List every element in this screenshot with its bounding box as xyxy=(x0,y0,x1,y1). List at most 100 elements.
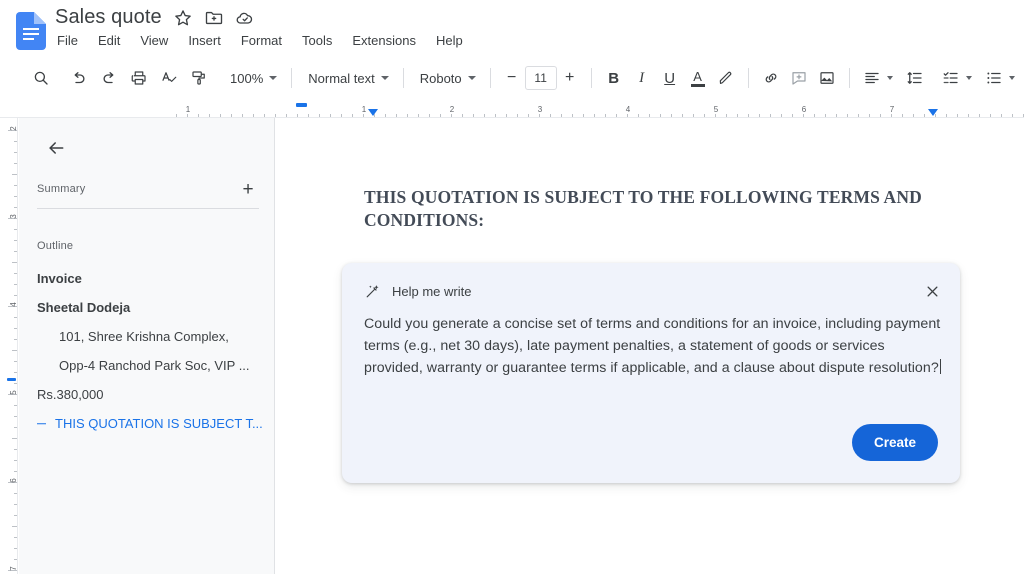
ruler-tick xyxy=(13,493,17,494)
close-icon[interactable] xyxy=(918,277,946,305)
font-family-select[interactable]: Roboto xyxy=(412,64,482,92)
create-button[interactable]: Create xyxy=(851,424,938,461)
text-color-swatch xyxy=(690,83,705,87)
toolbar-divider xyxy=(848,68,850,88)
ruler-tick xyxy=(13,152,17,153)
title-bar: Sales quote File Edit View Insert Format… xyxy=(0,0,1024,58)
spellcheck-icon[interactable] xyxy=(154,63,184,93)
ruler-tick xyxy=(462,113,463,117)
ruler-tick xyxy=(13,460,17,461)
chevron-down-icon xyxy=(380,76,389,80)
text-color-button[interactable]: A xyxy=(684,64,712,92)
outline-item-amount[interactable]: Rs.380,000 xyxy=(19,380,275,409)
ruler-tick xyxy=(253,113,254,117)
ruler-tick xyxy=(13,537,17,538)
plus-icon[interactable]: + xyxy=(235,176,261,202)
chevron-down-icon xyxy=(269,76,278,80)
ruler-tick xyxy=(979,113,980,117)
font-size-input[interactable]: 11 xyxy=(524,66,557,90)
ruler-tick xyxy=(363,113,364,117)
ruler-tick xyxy=(748,113,749,117)
google-docs-icon[interactable] xyxy=(16,12,46,50)
italic-button[interactable]: I xyxy=(628,64,656,92)
outline-item-name[interactable]: Sheetal Dodeja xyxy=(19,293,275,322)
decrease-font-size-button[interactable]: − xyxy=(499,65,525,91)
ruler-tick xyxy=(715,113,716,117)
insert-image-icon[interactable] xyxy=(813,64,841,92)
left-indent-bar-marker[interactable] xyxy=(296,103,307,107)
print-icon[interactable] xyxy=(124,63,154,93)
paint-format-icon[interactable] xyxy=(184,63,214,93)
align-left-icon[interactable] xyxy=(858,64,886,92)
menu-insert[interactable]: Insert xyxy=(186,32,223,49)
bulleted-list-icon[interactable] xyxy=(980,64,1008,92)
ruler-tick xyxy=(1001,113,1002,117)
ruler-tick xyxy=(12,438,17,439)
outline-item-address-2[interactable]: Opp-4 Ranchod Park Soc, VIP ... xyxy=(19,351,275,380)
increase-font-size-button[interactable]: + xyxy=(557,65,583,91)
zoom-select[interactable]: 100% xyxy=(222,64,283,92)
page-title[interactable]: Sales quote xyxy=(55,6,162,29)
ruler-tick xyxy=(825,113,826,117)
outline-item-address-1[interactable]: 101, Shree Krishna Complex, xyxy=(19,322,275,351)
ruler-tick xyxy=(484,113,485,117)
checklist-icon[interactable] xyxy=(937,64,965,92)
ruler-tick xyxy=(990,113,991,117)
menu-file[interactable]: File xyxy=(55,32,80,49)
document-page[interactable]: THIS QUOTATION IS SUBJECT TO THE FOLLOWI… xyxy=(276,118,1024,574)
ruler-tick xyxy=(13,196,17,197)
outline-item-invoice[interactable]: Invoice xyxy=(19,264,275,293)
ruler-tick xyxy=(13,185,17,186)
ruler-tick xyxy=(13,273,17,274)
ruler-number: 2 xyxy=(449,105,455,114)
ruler-tick xyxy=(407,113,408,117)
add-comment-icon[interactable] xyxy=(785,64,813,92)
menu-tools[interactable]: Tools xyxy=(300,32,334,49)
insert-link-icon[interactable] xyxy=(757,64,785,92)
ruler-number: 3 xyxy=(537,105,543,114)
horizontal-ruler[interactable]: 1 1 2 3 4 5 6 7 xyxy=(0,100,1024,118)
vertical-ruler[interactable]: 2 3 4 5 6 7 xyxy=(0,118,18,574)
toolbar-divider xyxy=(402,68,404,88)
checklist-chevron-down-icon[interactable] xyxy=(965,76,972,80)
ruler-number: 4 xyxy=(8,302,18,307)
menu-bar: File Edit View Insert Format Tools Exten… xyxy=(55,32,465,49)
outline-item-quotation[interactable]: THIS QUOTATION IS SUBJECT T... xyxy=(19,409,275,438)
highlight-pen-icon[interactable] xyxy=(712,64,740,92)
ruler-tick xyxy=(187,113,188,117)
prompt-input[interactable]: Could you generate a concise set of term… xyxy=(364,313,942,379)
menu-help[interactable]: Help xyxy=(434,32,465,49)
ruler-tick xyxy=(495,113,496,117)
bullet-chevron-down-icon[interactable] xyxy=(1008,76,1015,80)
vertical-indent-marker[interactable] xyxy=(7,378,16,381)
star-icon[interactable] xyxy=(173,8,193,28)
formatting-toolbar: 100% Normal text Roboto − 11 + B I U A xyxy=(0,58,1024,98)
move-to-folder-icon[interactable] xyxy=(204,8,224,28)
menu-edit[interactable]: Edit xyxy=(96,32,122,49)
ruler-tick xyxy=(13,372,17,373)
line-spacing-icon[interactable] xyxy=(901,64,929,92)
ruler-tick xyxy=(13,515,17,516)
right-indent-marker[interactable] xyxy=(928,109,938,116)
ruler-tick xyxy=(858,113,859,117)
ruler-number: 2 xyxy=(8,126,18,131)
back-arrow-icon[interactable] xyxy=(39,131,73,165)
align-chevron-down-icon[interactable] xyxy=(886,76,893,80)
first-line-indent-marker[interactable] xyxy=(368,109,378,116)
underline-button[interactable]: U xyxy=(656,64,684,92)
menu-extensions[interactable]: Extensions xyxy=(350,32,418,49)
ruler-tick xyxy=(891,113,892,117)
ruler-tick xyxy=(924,113,925,117)
search-icon[interactable] xyxy=(26,63,56,93)
ruler-tick xyxy=(803,113,804,117)
ruler-tick xyxy=(968,113,969,117)
bold-button[interactable]: B xyxy=(600,64,628,92)
ruler-tick xyxy=(649,113,650,117)
paragraph-style-select[interactable]: Normal text xyxy=(300,64,394,92)
menu-view[interactable]: View xyxy=(138,32,170,49)
ruler-tick xyxy=(297,113,298,117)
undo-icon[interactable] xyxy=(64,63,94,93)
menu-format[interactable]: Format xyxy=(239,32,284,49)
redo-icon[interactable] xyxy=(94,63,124,93)
cloud-saved-icon[interactable] xyxy=(235,8,255,28)
